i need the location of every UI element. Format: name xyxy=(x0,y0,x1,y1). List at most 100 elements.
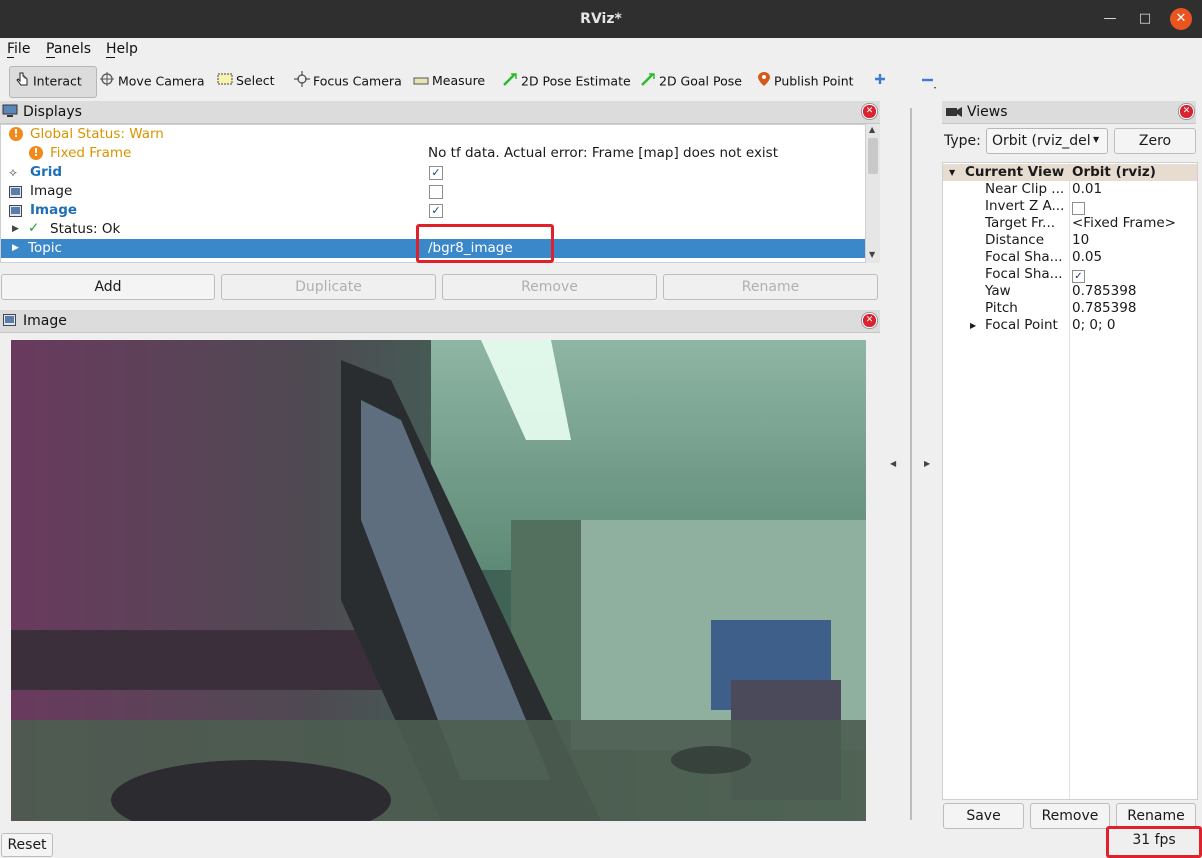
view-prop-row[interactable]: Focal Sha... ✓ xyxy=(943,266,1197,283)
view-prop-row[interactable]: Yaw 0.785398 xyxy=(943,283,1197,300)
prop-name: Focal Point xyxy=(985,317,1058,333)
prop-value[interactable]: 0.785398 xyxy=(1072,283,1136,300)
scroll-up-icon[interactable]: ▲ xyxy=(869,125,875,134)
plus-icon[interactable] xyxy=(872,71,888,87)
menu-help[interactable]: Help xyxy=(106,41,138,57)
global-status-row[interactable]: ! Global Status: Warn xyxy=(1,125,867,144)
prop-name: Pitch xyxy=(985,300,1018,316)
image2-checkbox[interactable]: ✓ xyxy=(429,204,443,218)
views-title: Views xyxy=(967,104,1008,120)
view-prop-row[interactable]: Focal Sha... 0.05 xyxy=(943,249,1197,266)
publish-point-tool[interactable]: Publish Point xyxy=(757,71,854,91)
close-views-icon[interactable]: ✕ xyxy=(1179,104,1194,119)
warning-icon: ! xyxy=(9,127,23,141)
camera-image-view[interactable] xyxy=(11,340,866,821)
expand-arrow-icon[interactable]: ▶ xyxy=(970,317,976,334)
close-displays-icon[interactable]: ✕ xyxy=(862,104,877,119)
collapse-arrow-icon[interactable]: ▼ xyxy=(949,164,955,181)
close-image-panel-icon[interactable]: ✕ xyxy=(862,313,877,328)
image1-label: Image xyxy=(30,183,73,199)
move-camera-tool[interactable]: Move Camera xyxy=(99,71,205,91)
prop-name: Focal Sha... xyxy=(985,266,1063,282)
select-box-icon xyxy=(217,72,233,92)
camera-frame-picture xyxy=(11,340,866,821)
publish-point-label: Publish Point xyxy=(774,73,854,89)
collapse-right-icon[interactable]: ▶ xyxy=(924,459,930,468)
close-window-icon[interactable]: ✕ xyxy=(1170,8,1192,30)
expand-arrow-icon[interactable]: ▶ xyxy=(12,239,19,258)
duplicate-display-button[interactable]: Duplicate xyxy=(221,274,436,300)
topic-label: Topic xyxy=(28,240,62,256)
menu-panels[interactable]: Panels xyxy=(46,41,91,57)
grid-checkbox[interactable]: ✓ xyxy=(429,166,443,180)
image-icon xyxy=(9,204,22,217)
prop-value[interactable]: 0.05 xyxy=(1072,249,1102,266)
scroll-down-icon[interactable]: ▼ xyxy=(869,250,875,259)
image2-row[interactable]: Image ✓ xyxy=(1,201,867,220)
image1-row[interactable]: Image xyxy=(1,182,867,201)
displays-title: Displays xyxy=(23,104,82,120)
expand-arrow-icon[interactable]: ▶ xyxy=(12,220,19,239)
map-pin-icon xyxy=(757,71,771,93)
warning-icon: ! xyxy=(29,146,43,160)
displays-scrollbar[interactable]: ▲ ▼ xyxy=(865,124,880,263)
fixed-frame-label: Fixed Frame xyxy=(50,145,132,161)
views-type-select[interactable]: Orbit (rviz_del ▼ xyxy=(986,128,1108,154)
view-prop-row[interactable]: ▶ Focal Point 0; 0; 0 xyxy=(943,317,1197,334)
focus-camera-label: Focus Camera xyxy=(313,73,402,89)
invert-z-checkbox[interactable] xyxy=(1072,201,1085,215)
save-view-button[interactable]: Save xyxy=(943,803,1024,829)
focus-camera-tool[interactable]: Focus Camera xyxy=(294,71,402,91)
menu-file[interactable]: File xyxy=(7,41,30,57)
view-prop-row[interactable]: Target Fr... <Fixed Frame> xyxy=(943,215,1197,232)
goal-pose-tool[interactable]: 2D Goal Pose xyxy=(640,71,742,91)
view-prop-row[interactable]: Invert Z A... xyxy=(943,198,1197,215)
prop-value[interactable]: 10 xyxy=(1072,232,1089,249)
grid-row[interactable]: ⟡ Grid ✓ xyxy=(1,163,867,182)
collapse-left-icon[interactable]: ◀ xyxy=(890,459,896,468)
focal-shape-fixed-checkbox[interactable]: ✓ xyxy=(1072,269,1085,283)
image-panel-title: Image xyxy=(23,313,67,329)
current-view-value: Orbit (rviz) xyxy=(1072,164,1156,180)
menu-bar xyxy=(0,38,1202,62)
views-tree[interactable]: ▼ Current View Orbit (rviz) Near Clip ..… xyxy=(942,162,1198,800)
fixed-frame-row[interactable]: ! Fixed Frame No tf data. Actual error: … xyxy=(1,144,867,163)
scrollbar-thumb[interactable] xyxy=(868,138,878,174)
interact-tool[interactable]: Interact xyxy=(14,71,82,91)
grid-label: Grid xyxy=(30,164,63,180)
ruler-icon xyxy=(413,72,429,92)
fps-readout: 31 fps xyxy=(1132,832,1176,848)
measure-tool[interactable]: Measure xyxy=(413,71,485,91)
prop-value[interactable]: <Fixed Frame> xyxy=(1072,215,1176,232)
select-label: Select xyxy=(236,73,275,88)
maximize-icon[interactable]: □ xyxy=(1135,9,1155,29)
current-view-row[interactable]: ▼ Current View Orbit (rviz) xyxy=(943,164,1197,181)
view-prop-row[interactable]: Distance 10 xyxy=(943,232,1197,249)
prop-value[interactable]: 0.785398 xyxy=(1072,300,1136,317)
remove-view-button[interactable]: Remove xyxy=(1030,803,1110,829)
zero-button[interactable]: Zero xyxy=(1114,128,1196,154)
remove-display-button[interactable]: Remove xyxy=(442,274,657,300)
rename-display-button[interactable]: Rename xyxy=(663,274,878,300)
camera-icon xyxy=(945,106,963,118)
select-tool[interactable]: Select xyxy=(217,71,275,91)
view-prop-row[interactable]: Near Clip ... 0.01 xyxy=(943,181,1197,198)
green-arrow-icon xyxy=(640,71,656,93)
minimize-icon[interactable]: — xyxy=(1100,9,1120,29)
splitter[interactable] xyxy=(910,108,912,820)
status-label: Status: Ok xyxy=(50,221,121,237)
add-display-button[interactable]: Add xyxy=(1,274,215,300)
focus-camera-icon xyxy=(294,71,310,93)
image1-checkbox[interactable] xyxy=(429,185,443,199)
pose-estimate-tool[interactable]: 2D Pose Estimate xyxy=(502,71,631,91)
chevron-down-icon: ▼ xyxy=(1093,135,1100,144)
prop-name: Yaw xyxy=(985,283,1011,299)
fixed-frame-error: No tf data. Actual error: Frame [map] do… xyxy=(428,145,779,161)
reset-button[interactable]: Reset xyxy=(1,833,53,857)
view-prop-row[interactable]: Pitch 0.785398 xyxy=(943,300,1197,317)
grid-icon: ⟡ xyxy=(9,165,17,179)
move-camera-label: Move Camera xyxy=(118,73,205,89)
prop-value[interactable]: 0; 0; 0 xyxy=(1072,317,1115,334)
minus-icon[interactable] xyxy=(919,71,937,91)
prop-value[interactable]: 0.01 xyxy=(1072,181,1102,198)
